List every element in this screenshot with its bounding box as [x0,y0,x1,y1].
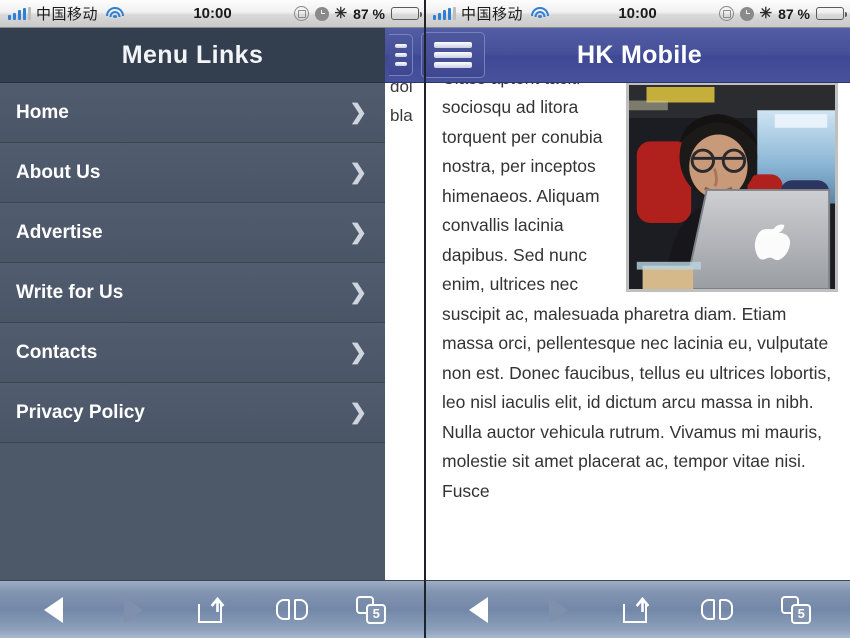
tabs-button[interactable]: 5 [770,590,822,630]
article-photo [626,81,838,292]
menu-item-label: Write for Us [16,281,124,303]
chevron-right-icon: ❯ [349,281,367,304]
forward-button[interactable] [107,590,159,630]
chevron-right-icon: ❯ [349,341,367,364]
forward-button[interactable] [532,590,584,630]
share-button[interactable] [186,590,238,630]
menu-item-label: Home [16,101,69,123]
status-bar-clock: 10:00 [618,5,657,22]
screenshot-divider [424,0,426,638]
book-icon [275,598,308,621]
menu-item-label: Privacy Policy [16,401,145,423]
status-bar-left-phone: 中国移动 10:00 ✳ 87 % [0,0,425,28]
alarm-clock-icon [739,6,754,21]
share-button[interactable] [611,590,663,630]
tab-count-label: 5 [791,603,812,624]
menu-item-advertise[interactable]: Advertise ❯ [0,203,385,263]
menu-item-label: About Us [16,161,101,183]
status-bar-clock: 10:00 [193,5,232,22]
share-icon [198,596,226,623]
rotation-lock-icon [293,6,309,21]
book-icon [700,598,733,621]
site-header-bar: HK Mobile [385,28,850,83]
alarm-clock-icon [314,6,329,21]
menu-item-home[interactable]: Home ❯ [0,83,385,143]
battery-icon [816,7,847,20]
chevron-right-icon: ❯ [349,101,367,124]
menu-toggle-button-clipped[interactable] [389,34,413,76]
menu-item-contacts[interactable]: Contacts ❯ [0,323,385,383]
safari-toolbar-left: 5 [0,580,425,638]
menu-empty-area [0,443,385,580]
iphone-screenshot: 中国移动 10:00 ✳ 87 % 中国移动 10:00 ✳ 87 % Menu… [0,0,850,638]
menu-item-label: Advertise [16,221,103,243]
chevron-right-icon: ❯ [349,401,367,424]
back-button[interactable] [453,590,505,630]
bookmarks-button[interactable] [691,590,743,630]
back-arrow-icon [44,596,64,623]
chevron-right-icon: ❯ [349,161,367,184]
rotation-lock-icon [718,6,734,21]
hamburger-icon [434,42,472,48]
forward-arrow-icon [123,596,143,623]
tabs-button[interactable]: 5 [345,590,397,630]
site-title: HK Mobile [577,40,702,69]
menu-item-privacy-policy[interactable]: Privacy Policy ❯ [0,383,385,443]
menu-item-write-for-us[interactable]: Write for Us ❯ [0,263,385,323]
menu-panel-title: Menu Links [0,28,385,83]
status-bar-right-phone: 中国移动 10:00 ✳ 87 % [425,0,850,28]
menu-toggle-button[interactable] [421,32,485,78]
menu-item-label: Contacts [16,341,98,363]
back-button[interactable] [28,590,80,630]
photo-illustration [629,84,835,289]
back-arrow-icon [469,596,489,623]
chevron-right-icon: ❯ [349,221,367,244]
website-content-panel: int dol bla amet placerat lorem. [385,28,850,580]
menu-list: Home ❯ About Us ❯ Advertise ❯ Write for … [0,83,385,443]
forward-arrow-icon [548,596,568,623]
article-body: amet placerat lorem. [430,28,850,506]
share-icon [623,596,651,623]
tab-count-label: 5 [366,603,387,624]
tabs-icon: 5 [781,595,812,624]
tabs-icon: 5 [356,595,387,624]
bookmarks-button[interactable] [266,590,318,630]
battery-icon [391,7,422,20]
safari-toolbar-right: 5 [425,580,850,638]
menu-item-about-us[interactable]: About Us ❯ [0,143,385,203]
offcanvas-menu-panel: Menu Links Home ❯ About Us ❯ Advertise ❯… [0,28,385,580]
